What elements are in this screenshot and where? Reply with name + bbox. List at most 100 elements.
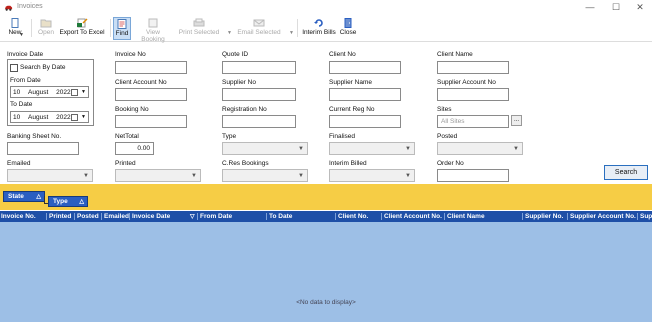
chevron-down-icon[interactable]: ▼ bbox=[81, 114, 86, 120]
calendar-icon[interactable] bbox=[71, 114, 78, 121]
column-header-client-account-no[interactable]: Client Account No. bbox=[384, 213, 445, 220]
column-header-posted[interactable]: Posted bbox=[77, 213, 102, 220]
group-chip-type[interactable]: Type △ bbox=[48, 196, 88, 207]
client-name-input[interactable] bbox=[437, 61, 509, 74]
column-header-client-name[interactable]: Client Name bbox=[447, 213, 523, 220]
new-button[interactable]: New ▼ bbox=[2, 17, 28, 40]
invoice-no-label: Invoice No bbox=[115, 51, 146, 58]
invoice-no-input[interactable] bbox=[115, 61, 187, 74]
chevron-down-icon: ▼ bbox=[298, 173, 304, 179]
printed-label: Printed bbox=[115, 160, 136, 167]
toolbar-separator bbox=[110, 19, 111, 37]
toolbar-separator bbox=[297, 19, 298, 37]
sites-browse-button[interactable]: ... bbox=[511, 115, 522, 126]
client-no-label: Client No bbox=[329, 51, 356, 58]
chevron-down-icon[interactable]: ▼ bbox=[81, 89, 86, 95]
column-header-to-date[interactable]: To Date bbox=[269, 213, 336, 220]
client-account-no-input[interactable] bbox=[115, 88, 187, 101]
chevron-down-icon[interactable]: ▼ bbox=[289, 30, 294, 36]
export-label: Export To Excel bbox=[59, 29, 105, 36]
calendar-icon[interactable] bbox=[71, 89, 78, 96]
column-header-from-date[interactable]: From Date bbox=[200, 213, 267, 220]
from-date-month: August bbox=[28, 89, 49, 96]
minimize-button[interactable]: — bbox=[583, 2, 597, 12]
supplier-name-input[interactable] bbox=[329, 88, 401, 101]
print-selected-label: Print Selected bbox=[178, 29, 220, 36]
finalised-label: Finalised bbox=[329, 133, 356, 140]
sites-label: Sites bbox=[437, 106, 452, 113]
column-header-supplier-account-no[interactable]: Supplier Account No. bbox=[570, 213, 638, 220]
banking-sheet-no-input[interactable] bbox=[7, 142, 79, 155]
emailed-label: Emailed bbox=[7, 160, 31, 167]
emailed-dropdown[interactable]: ▼ bbox=[7, 169, 93, 182]
invoice-date-group: Search By Date From Date 10 August 2022 … bbox=[7, 59, 94, 126]
column-header-printed[interactable]: Printed bbox=[49, 213, 75, 220]
grid-body[interactable]: <No data to display> bbox=[0, 222, 652, 322]
quote-id-input[interactable] bbox=[222, 61, 296, 74]
chevron-down-icon[interactable]: ▼ bbox=[19, 32, 24, 38]
order-no-label: Order No bbox=[437, 160, 464, 167]
group-chip-state[interactable]: State △ bbox=[3, 191, 45, 202]
interim-billed-label: Interim Billed bbox=[329, 160, 367, 167]
email-icon bbox=[253, 19, 265, 27]
finalised-dropdown[interactable]: ▼ bbox=[329, 142, 415, 155]
posted-dropdown[interactable]: ▼ bbox=[437, 142, 523, 155]
view-booking-label: View Booking bbox=[141, 29, 165, 43]
print-selected-button[interactable]: Print Selected bbox=[177, 17, 221, 40]
interim-bills-button[interactable]: Interim Bills bbox=[300, 17, 338, 40]
column-header-invoice-date[interactable]: Invoice Date ▽ bbox=[132, 213, 198, 220]
printed-dropdown[interactable]: ▼ bbox=[115, 169, 201, 182]
registration-no-input[interactable] bbox=[222, 115, 296, 128]
net-total-input[interactable]: 0.00 bbox=[115, 142, 154, 155]
view-booking-button[interactable]: View Booking bbox=[134, 17, 172, 43]
column-header-supplier-no[interactable]: Supplier No. bbox=[525, 213, 568, 220]
maximize-button[interactable]: ☐ bbox=[609, 2, 623, 13]
close-window-button[interactable]: ✕ bbox=[633, 2, 647, 13]
to-date-year: 2022 bbox=[56, 114, 71, 121]
sites-input[interactable]: All Sites bbox=[437, 115, 509, 128]
open-button[interactable]: Open bbox=[35, 17, 57, 40]
posted-label: Posted bbox=[437, 133, 458, 140]
registration-no-label: Registration No bbox=[222, 106, 267, 113]
search-button[interactable]: Search bbox=[604, 165, 648, 180]
sort-ascending-icon: △ bbox=[36, 194, 41, 200]
toolbar: New ▼ Open Export To Excel Find View Boo… bbox=[0, 15, 652, 43]
chevron-down-icon: ▼ bbox=[298, 146, 304, 152]
column-header-emailed[interactable]: Emailed bbox=[104, 213, 130, 220]
current-reg-no-label: Current Reg No bbox=[329, 106, 375, 113]
sort-ascending-icon: △ bbox=[79, 199, 84, 205]
to-date-day: 10 bbox=[13, 114, 21, 121]
current-reg-no-input[interactable] bbox=[329, 115, 401, 128]
supplier-name-label: Supplier Name bbox=[329, 79, 372, 86]
column-header-supplier[interactable]: Supp bbox=[640, 213, 652, 220]
chevron-down-icon[interactable]: ▼ bbox=[227, 30, 232, 36]
to-date-picker[interactable]: 10 August 2022 ▼ bbox=[10, 111, 89, 123]
email-selected-button[interactable]: Email Selected bbox=[236, 17, 282, 40]
order-no-input[interactable] bbox=[437, 169, 509, 182]
from-date-picker[interactable]: 10 August 2022 ▼ bbox=[10, 86, 89, 98]
type-label: Type bbox=[222, 133, 237, 140]
supplier-no-input[interactable] bbox=[222, 88, 296, 101]
column-header-invoice-no[interactable]: Invoice No. bbox=[1, 213, 47, 220]
search-by-date-checkbox[interactable] bbox=[10, 64, 18, 72]
booking-no-input[interactable] bbox=[115, 115, 187, 128]
invoice-date-header-label: Invoice Date bbox=[132, 213, 171, 220]
client-name-label: Client Name bbox=[437, 51, 473, 58]
supplier-account-no-label: Supplier Account No bbox=[437, 79, 496, 86]
interim-billed-dropdown[interactable]: ▼ bbox=[329, 169, 415, 182]
supplier-account-no-input[interactable] bbox=[437, 88, 509, 101]
booking-no-label: Booking No bbox=[115, 106, 149, 113]
grid-header: Invoice No. Printed Posted Emailed Invoi… bbox=[0, 211, 652, 222]
export-to-excel-button[interactable]: Export To Excel bbox=[58, 17, 106, 40]
new-document-icon bbox=[11, 18, 19, 28]
type-dropdown[interactable]: ▼ bbox=[222, 142, 308, 155]
net-total-label: NetTotal bbox=[115, 133, 139, 140]
no-data-message: <No data to display> bbox=[296, 299, 356, 306]
cres-bookings-dropdown[interactable]: ▼ bbox=[222, 169, 308, 182]
open-label: Open bbox=[38, 29, 54, 36]
find-button[interactable]: Find bbox=[113, 17, 131, 40]
close-button[interactable]: Close bbox=[339, 17, 357, 40]
client-no-input[interactable] bbox=[329, 61, 401, 74]
find-icon bbox=[117, 19, 127, 29]
column-header-client-no[interactable]: Client No. bbox=[338, 213, 382, 220]
